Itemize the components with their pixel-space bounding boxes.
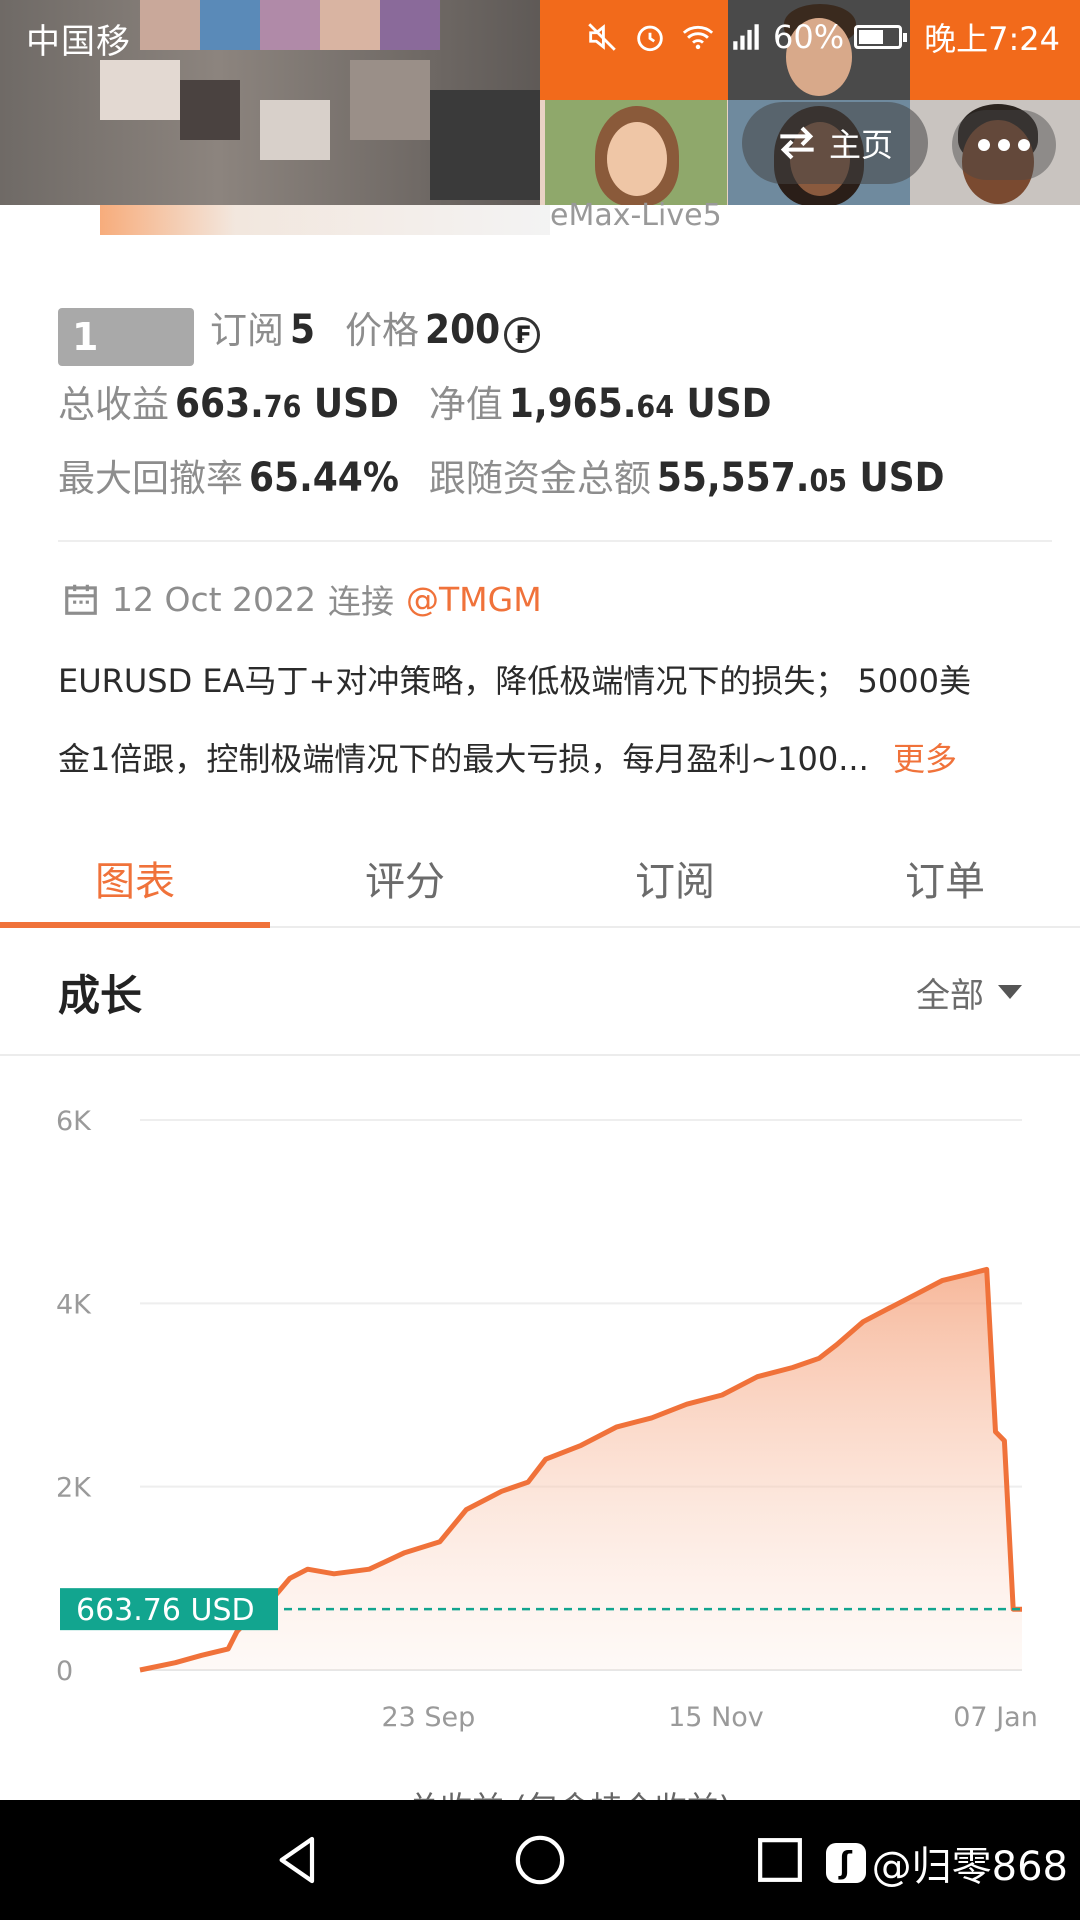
max-drawdown-label: 最大回撤率 bbox=[58, 457, 243, 500]
mute-icon bbox=[588, 23, 616, 51]
tab-rating[interactable]: 评分 bbox=[270, 830, 540, 926]
chevron-down-icon bbox=[998, 985, 1022, 999]
x-tick-label: 15 Nov bbox=[668, 1702, 764, 1733]
y-tick-label: 2K bbox=[56, 1473, 92, 1504]
blurred-account-name bbox=[100, 205, 550, 235]
tab-bar: 图表 评分 订阅 订单 bbox=[0, 830, 1080, 928]
y-tick-label: 4K bbox=[56, 1289, 92, 1320]
range-label: 全部 bbox=[916, 975, 984, 1016]
battery-icon bbox=[854, 25, 908, 49]
range-dropdown[interactable]: 全部 bbox=[916, 968, 1022, 1017]
douyin-logo-icon: ʃ bbox=[825, 1843, 866, 1883]
back-icon[interactable] bbox=[270, 1832, 326, 1888]
y-tick-label: 0 bbox=[56, 1656, 73, 1687]
max-drawdown-value: 65.44% bbox=[249, 455, 399, 501]
equity-label: 净值 bbox=[428, 383, 503, 426]
x-tick-label: 23 Sep bbox=[381, 1702, 475, 1733]
participant-video bbox=[545, 100, 727, 205]
equity-value: 1,965.64 USD bbox=[508, 381, 772, 427]
strategy-description: EURUSD EA马丁+对冲策略，降低极端情况下的损失； 5000美 金1倍跟，… bbox=[58, 642, 1058, 798]
tab-chart[interactable]: 图表 bbox=[0, 830, 270, 928]
coin-icon: ₣ bbox=[504, 317, 541, 353]
carrier-name: 中国移 bbox=[26, 22, 131, 62]
watermark: ʃ @归零868 bbox=[825, 1834, 1068, 1892]
subscriptions-label: 订阅 bbox=[210, 309, 284, 352]
description-line: 金1倍跟，控制极端情况下的最大亏损，每月盈利~100... 更多 bbox=[58, 740, 957, 778]
growth-chart: 6K 4K 2K 0 23 Sep 15 Nov 07 Jan 663.76 USD bbox=[56, 1106, 1038, 1733]
home-label: 主页 bbox=[828, 126, 893, 164]
current-value-label: 663.76 USD bbox=[76, 1593, 255, 1628]
x-tick-label: 07 Jan bbox=[953, 1702, 1038, 1733]
switch-arrows-icon bbox=[780, 126, 814, 160]
tab-subscriptions[interactable]: 订阅 bbox=[540, 830, 810, 926]
signal-stats: 1 订阅 5 价格 200 ₣ 总收益 663.76 USD 净值 1,965.… bbox=[58, 300, 1048, 522]
follow-funds-label: 跟随资金总额 bbox=[428, 457, 651, 500]
broker-link[interactable]: @TMGM bbox=[406, 580, 542, 619]
growth-header: 成长 全部 bbox=[0, 930, 1080, 1056]
price-value: 200 bbox=[425, 307, 501, 353]
home-button[interactable]: 主页 bbox=[742, 102, 928, 184]
more-options-button[interactable] bbox=[952, 110, 1056, 180]
signal-icon bbox=[733, 24, 759, 50]
price-label: 价格 bbox=[345, 309, 420, 352]
home-icon[interactable] bbox=[512, 1832, 568, 1888]
connection-info: 12 Oct 2022 连接 @TMGM bbox=[62, 575, 542, 623]
connection-date: 12 Oct 2022 bbox=[112, 579, 317, 619]
subscriptions-value: 5 bbox=[290, 307, 316, 353]
alarm-icon bbox=[637, 25, 663, 52]
total-profit-label: 总收益 bbox=[58, 383, 169, 426]
wifi-icon bbox=[682, 25, 714, 50]
connection-label: 连接 bbox=[328, 582, 395, 621]
status-bar: 中国移 60% 晚上7:24 主页 bbox=[0, 0, 1080, 210]
calendar-icon bbox=[65, 584, 97, 615]
clock: 晚上7:24 bbox=[924, 20, 1060, 58]
follow-funds-value: 55,557.05 USD bbox=[656, 455, 945, 501]
recents-icon[interactable] bbox=[752, 1832, 808, 1888]
tab-orders[interactable]: 订单 bbox=[810, 830, 1080, 926]
rank-badge: 1 bbox=[58, 308, 194, 366]
total-profit-value: 663.76 USD bbox=[175, 381, 399, 427]
description-line: EURUSD EA马丁+对冲策略，降低极端情况下的损失； 5000美 bbox=[58, 662, 971, 700]
divider bbox=[58, 540, 1052, 542]
growth-title: 成长 bbox=[58, 970, 143, 1020]
y-tick-label: 6K bbox=[56, 1106, 92, 1137]
status-icons: 60% 晚上7:24 bbox=[585, 14, 1060, 60]
battery-percent: 60% bbox=[773, 18, 845, 56]
account-server: eMax-Live5 bbox=[550, 198, 722, 233]
more-link[interactable]: 更多 bbox=[893, 740, 957, 778]
